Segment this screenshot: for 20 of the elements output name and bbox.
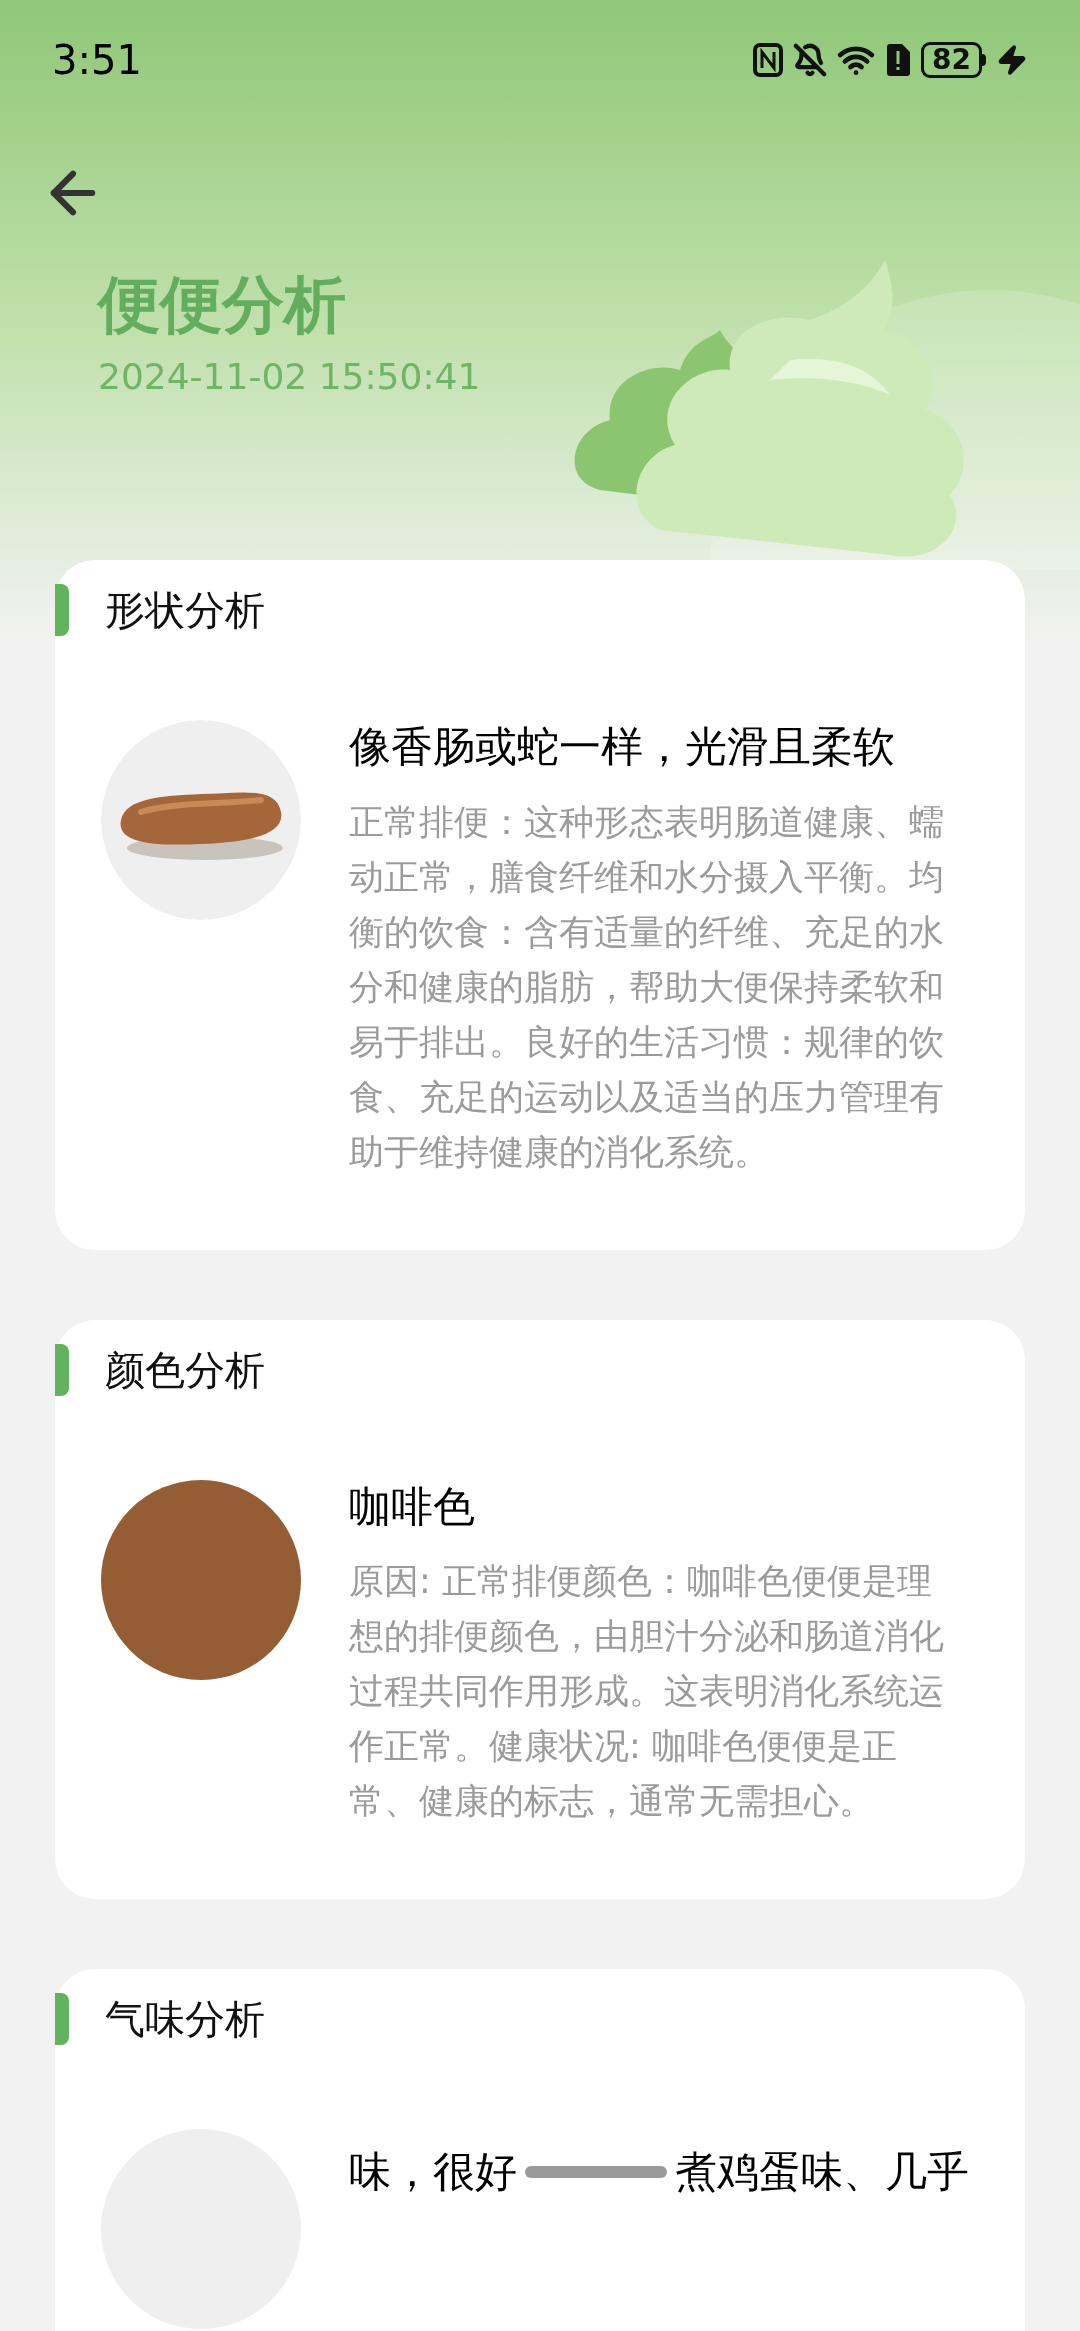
section-title: 形状分析 [105, 586, 265, 635]
charging-icon [996, 44, 1028, 76]
result-text: 味，很好 [349, 2151, 517, 2194]
battery-indicator: 82 [921, 42, 982, 78]
result-heading: 像香肠或蛇一样，光滑且柔软 [349, 721, 896, 773]
status-time: 3:51 [52, 36, 142, 85]
bell-off-icon [793, 43, 828, 77]
result-description: 原因: 正常排便颜色：咖啡色便便是理想的排便颜色，由胆汁分泌和肠道消化过程共同作用形成。这表明消化系统运作正常。健康状况: 咖啡色便便是正常、健康的标志，通常无需担心。 [349, 1560, 945, 1824]
accent-bar [55, 1993, 69, 2046]
result-heading: 咖啡色 [349, 1480, 476, 1533]
accent-bar [55, 584, 69, 636]
nfc-icon [753, 43, 784, 77]
analysis-datetime: 2024-11-02 15:50:41 [98, 354, 482, 399]
section-title: 颜色分析 [105, 1345, 265, 1395]
page-title: 便便分析 [98, 267, 347, 343]
result-description: 正常排便：这种形态表明肠道健康、蠕动正常，膳食纤维和水分摄入平衡。均衡的饮食：含有适量的纤维、充足的水分和健康的脂肪，帮助大便保持柔软和易于排出。良好的生活习惯：规律的饮食、充足的运动以及适当的压力管理有助于维持健康的消化系统。 [349, 800, 945, 1174]
section-title: 气味分析 [105, 1995, 265, 2045]
accent-bar [55, 1343, 69, 1396]
result-text: 煮鸡蛋味、几乎 [675, 2151, 969, 2194]
sim-alert-icon [885, 43, 912, 77]
